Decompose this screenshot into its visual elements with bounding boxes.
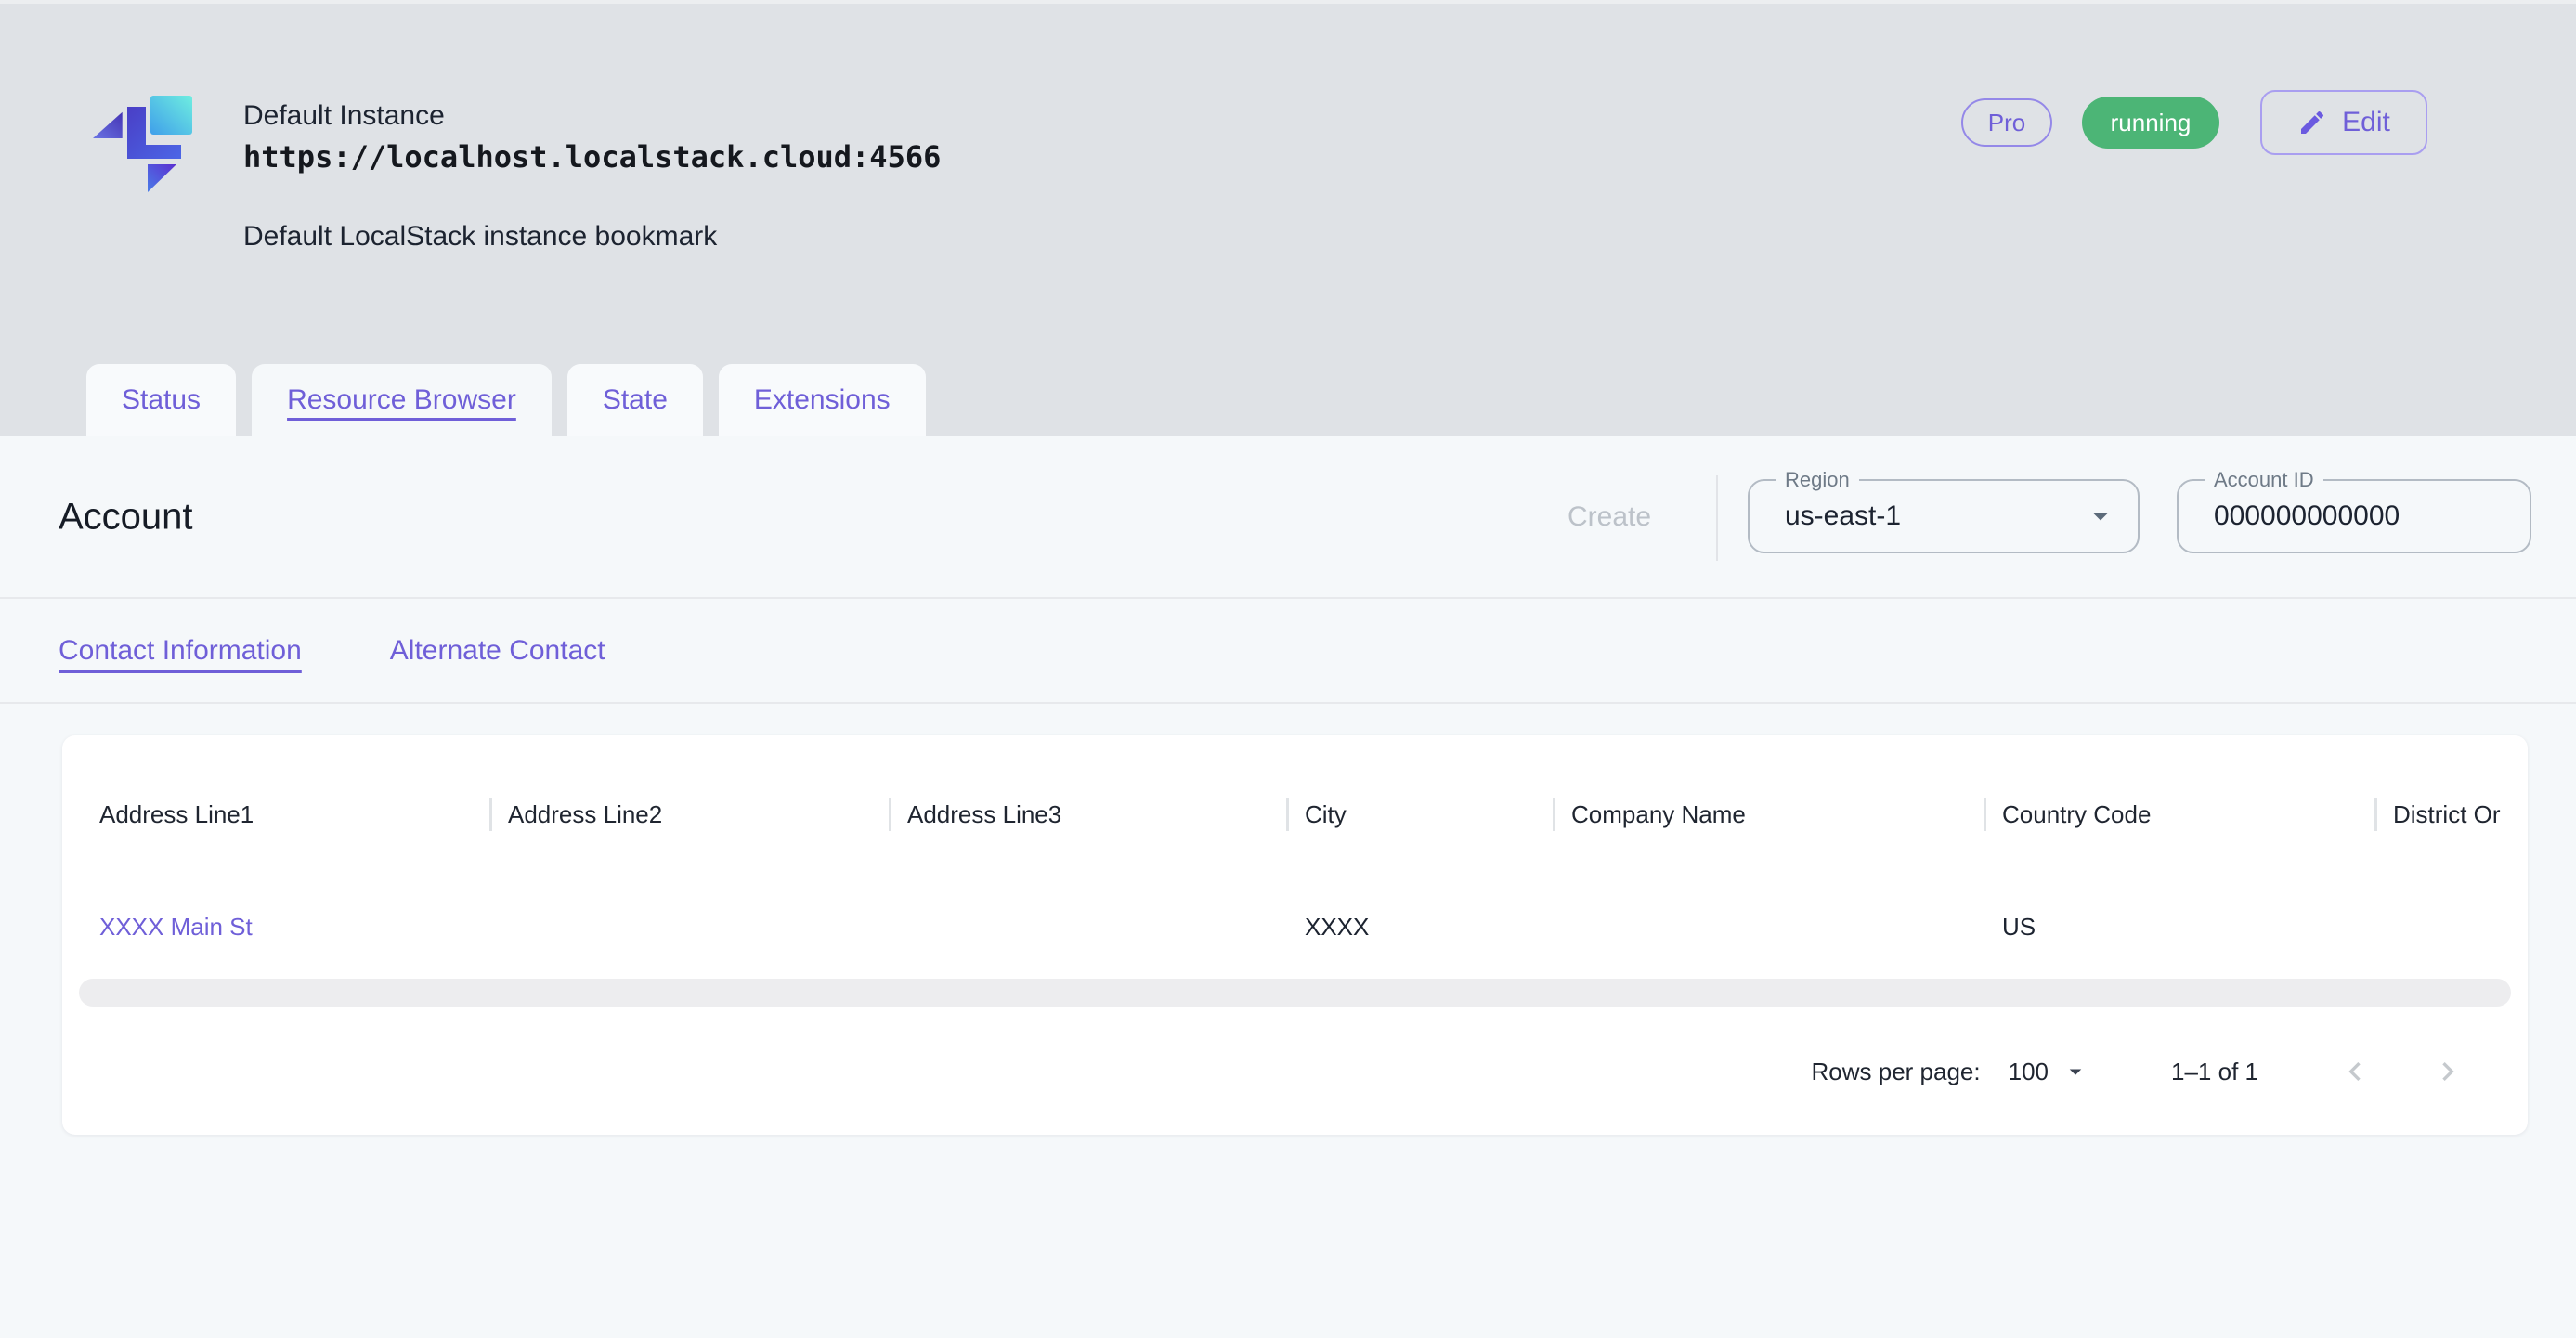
status-badge-label: running	[2111, 109, 2192, 137]
rows-per-page-select[interactable]: 100	[2009, 1058, 2089, 1086]
tab-state[interactable]: State	[567, 364, 703, 436]
column-header-address-line1[interactable]: Address Line1	[62, 754, 489, 875]
column-header-company-name[interactable]: Company Name	[1553, 754, 1984, 875]
tab-resource-browser[interactable]: Resource Browser	[252, 364, 552, 436]
row-cell-address-line1-link[interactable]: XXXX Main St	[62, 875, 489, 979]
next-page-button[interactable]	[2422, 1046, 2474, 1098]
column-header-address-line3[interactable]: Address Line3	[889, 754, 1286, 875]
column-header-country-code[interactable]: Country Code	[1984, 754, 2374, 875]
pagination-bar: Rows per page: 100 1–1 of 1	[62, 1016, 2528, 1127]
row-cell-address-line2	[489, 875, 889, 979]
subtab-alternate-contact[interactable]: Alternate Contact	[390, 635, 605, 667]
edit-button[interactable]: Edit	[2260, 90, 2427, 155]
column-header-district[interactable]: District Or	[2374, 754, 2528, 875]
horizontal-scrollbar[interactable]	[79, 979, 2511, 1007]
instance-title: Default Instance	[243, 100, 941, 132]
pencil-icon	[2297, 108, 2327, 137]
row-cell-company-name	[1553, 875, 1984, 979]
row-cell-country-code: US	[1984, 875, 2374, 979]
account-id-field: Account ID	[2177, 479, 2531, 553]
chevron-down-icon	[2062, 1058, 2089, 1085]
edit-button-label: Edit	[2342, 107, 2390, 138]
top-hairline	[0, 0, 2576, 4]
instance-header: Default Instance https://localhost.local…	[0, 0, 2576, 436]
account-id-input[interactable]	[2214, 481, 2492, 552]
tab-resource-browser-label: Resource Browser	[287, 384, 516, 416]
column-header-address-line2[interactable]: Address Line2	[489, 754, 889, 875]
resource-header: Account Create Region us-east-1 Account …	[0, 436, 2576, 599]
tab-extensions[interactable]: Extensions	[719, 364, 926, 436]
pagination-range-label: 1–1 of 1	[2171, 1058, 2258, 1086]
header-actions: Pro running Edit	[1961, 89, 2427, 156]
column-header-city[interactable]: City	[1286, 754, 1553, 875]
pro-badge[interactable]: Pro	[1961, 98, 2052, 147]
region-select-label: Region	[1776, 466, 1859, 494]
main-tabs: Status Resource Browser State Extensions	[86, 364, 926, 436]
tab-status-label: Status	[122, 384, 201, 416]
instance-subtitle: Default LocalStack instance bookmark	[243, 221, 717, 253]
resource-subtabs: Contact Information Alternate Contact	[0, 599, 2576, 704]
localstack-logo-icon	[93, 96, 195, 198]
header-divider	[1716, 475, 1718, 561]
pro-badge-label: Pro	[1988, 109, 2025, 137]
results-card: Address Line1 Address Line2 Address Line…	[62, 735, 2528, 1135]
subtab-contact-information[interactable]: Contact Information	[59, 635, 302, 667]
create-button[interactable]: Create	[1568, 501, 1651, 533]
page-title: Account	[59, 496, 193, 538]
table-header-row: Address Line1 Address Line2 Address Line…	[62, 735, 2528, 875]
row-cell-city: XXXX	[1286, 875, 1553, 979]
rows-per-page-label: Rows per page:	[1812, 1058, 1981, 1086]
row-cell-district	[2374, 875, 2528, 979]
tab-extensions-label: Extensions	[754, 384, 891, 416]
region-select-value: us-east-1	[1785, 500, 1901, 532]
status-badge: running	[2082, 97, 2219, 149]
tab-state-label: State	[603, 384, 668, 416]
region-select[interactable]: Region us-east-1	[1748, 479, 2140, 553]
row-cell-address-line3	[889, 875, 1286, 979]
tab-status[interactable]: Status	[86, 364, 236, 436]
rows-per-page-value: 100	[2009, 1058, 2049, 1086]
chevron-down-icon	[2084, 500, 2117, 533]
previous-page-button[interactable]	[2329, 1046, 2381, 1098]
chevron-right-icon	[2429, 1053, 2466, 1090]
instance-url: https://localhost.localstack.cloud:4566	[243, 139, 941, 175]
table-row: XXXX Main St XXXX US	[62, 875, 2528, 979]
chevron-left-icon	[2336, 1053, 2374, 1090]
resource-browser-panel: Account Create Region us-east-1 Account …	[0, 436, 2576, 1338]
